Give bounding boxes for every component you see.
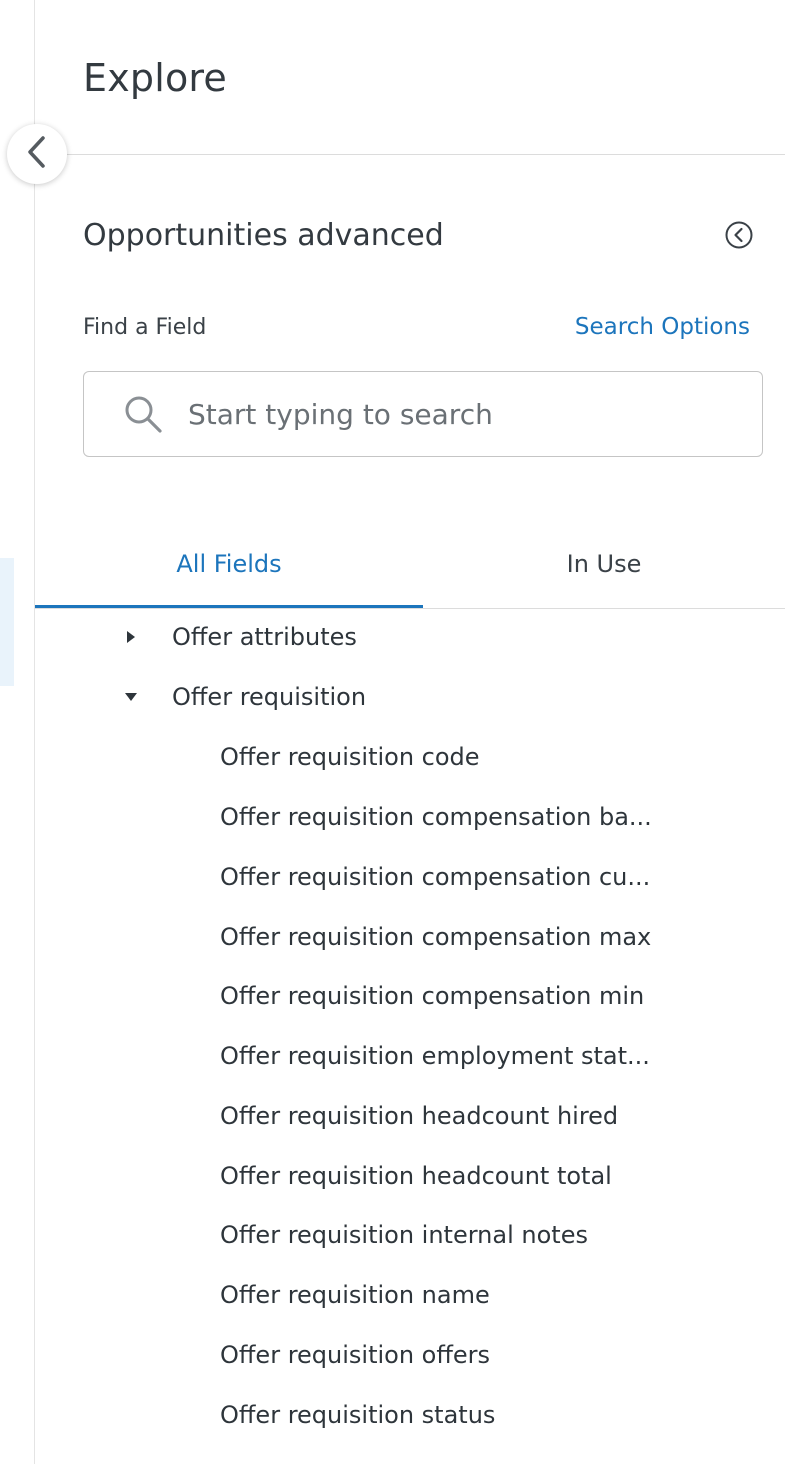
search-box[interactable] xyxy=(83,371,763,457)
explore-name: Opportunities advanced xyxy=(83,218,444,253)
left-background xyxy=(0,0,34,1464)
tree-group-label: Offer requisition xyxy=(172,683,367,711)
field-item[interactable]: Offer requisition compensation cu... xyxy=(220,847,760,907)
header-divider xyxy=(65,154,785,155)
field-item[interactable]: Offer requisition headcount hired xyxy=(220,1086,760,1146)
field-item[interactable]: Offer requisition compensation ba... xyxy=(220,787,760,847)
page-title: Explore xyxy=(83,56,227,100)
search-options-link[interactable]: Search Options xyxy=(575,314,750,340)
field-item[interactable]: Offer requisition compensation min xyxy=(220,966,760,1026)
explore-details-button[interactable] xyxy=(724,220,754,254)
field-item[interactable]: Offer requisition offers xyxy=(220,1325,760,1385)
field-item[interactable]: Offer requisition compensation max xyxy=(220,907,760,967)
explore-screen: Explore Opportunities advanced Find a Fi… xyxy=(0,0,785,1464)
circle-chevron-left-icon xyxy=(724,220,754,254)
chevron-left-icon xyxy=(24,135,50,173)
field-item[interactable]: Offer requisition status xyxy=(220,1385,760,1445)
field-item[interactable]: Offer requisition internal notes xyxy=(220,1205,760,1265)
field-item[interactable]: Offer requisition name xyxy=(220,1265,760,1325)
tree-group-offer-attributes[interactable]: Offer attributes xyxy=(120,607,357,667)
field-tabs: All Fields In Use xyxy=(35,520,785,610)
tab-all-fields[interactable]: All Fields xyxy=(35,520,423,608)
tab-in-use[interactable]: In Use xyxy=(423,520,785,608)
search-icon xyxy=(117,388,169,440)
caret-right-icon xyxy=(120,626,142,648)
collapse-panel-button[interactable] xyxy=(7,124,67,184)
search-input[interactable] xyxy=(188,397,708,431)
tree-group-offer-requisition[interactable]: Offer requisition xyxy=(120,667,366,727)
field-item[interactable]: Offer requisition headcount total xyxy=(220,1146,760,1206)
find-field-label: Find a Field xyxy=(83,315,207,340)
field-item[interactable]: Offer requisition code xyxy=(220,727,760,787)
field-item[interactable]: Offer requisition employment stat... xyxy=(220,1026,760,1086)
caret-down-icon xyxy=(120,686,142,708)
tree-group-label: Offer attributes xyxy=(172,623,357,651)
left-selection-highlight xyxy=(0,558,14,686)
